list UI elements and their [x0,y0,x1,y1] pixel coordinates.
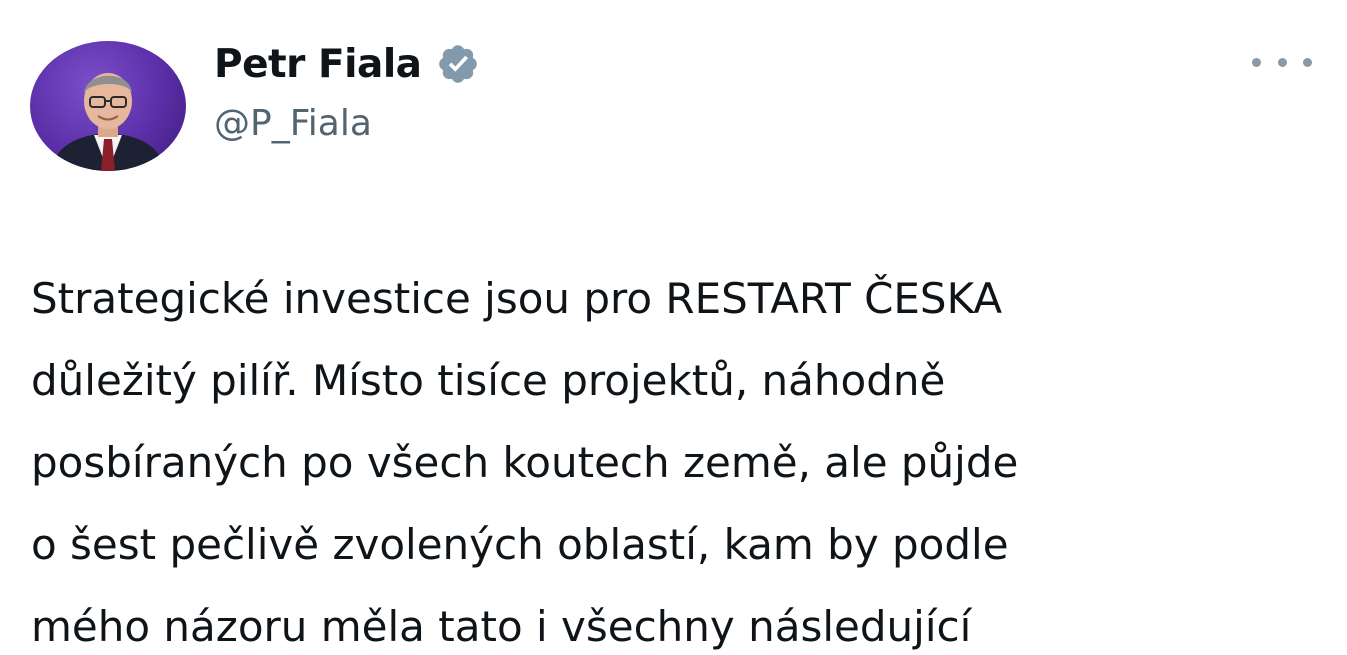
tweet-text: Strategické investice jsou pro RESTART Č… [31,258,1331,655]
tweet-text-line: mého názoru měla tato i všechny následuj… [31,602,972,651]
more-dot [1252,57,1261,67]
author-handle[interactable]: @P_Fiala [214,103,372,144]
author-display-name[interactable]: Petr Fiala [214,42,422,87]
more-dot [1303,57,1312,67]
verified-badge-icon [436,42,480,86]
more-dot [1277,57,1287,67]
tweet-text-line: Strategické investice jsou pro RESTART Č… [31,274,1003,323]
tweet-card: Petr Fiala @P_Fiala Strategické investic… [0,0,1347,655]
tweet-text-line: důležitý pilíř. Místo tisíce projektů, n… [31,356,946,405]
tweet-text-line: o šest pečlivě zvolených oblastí, kam by… [31,520,1009,569]
more-options-icon[interactable] [1252,50,1312,74]
author-name-row: Petr Fiala [214,36,480,92]
tweet-text-line: posbíraných po všech koutech země, ale p… [31,438,1019,487]
profile-photo [50,73,166,171]
author-avatar[interactable] [30,41,186,171]
